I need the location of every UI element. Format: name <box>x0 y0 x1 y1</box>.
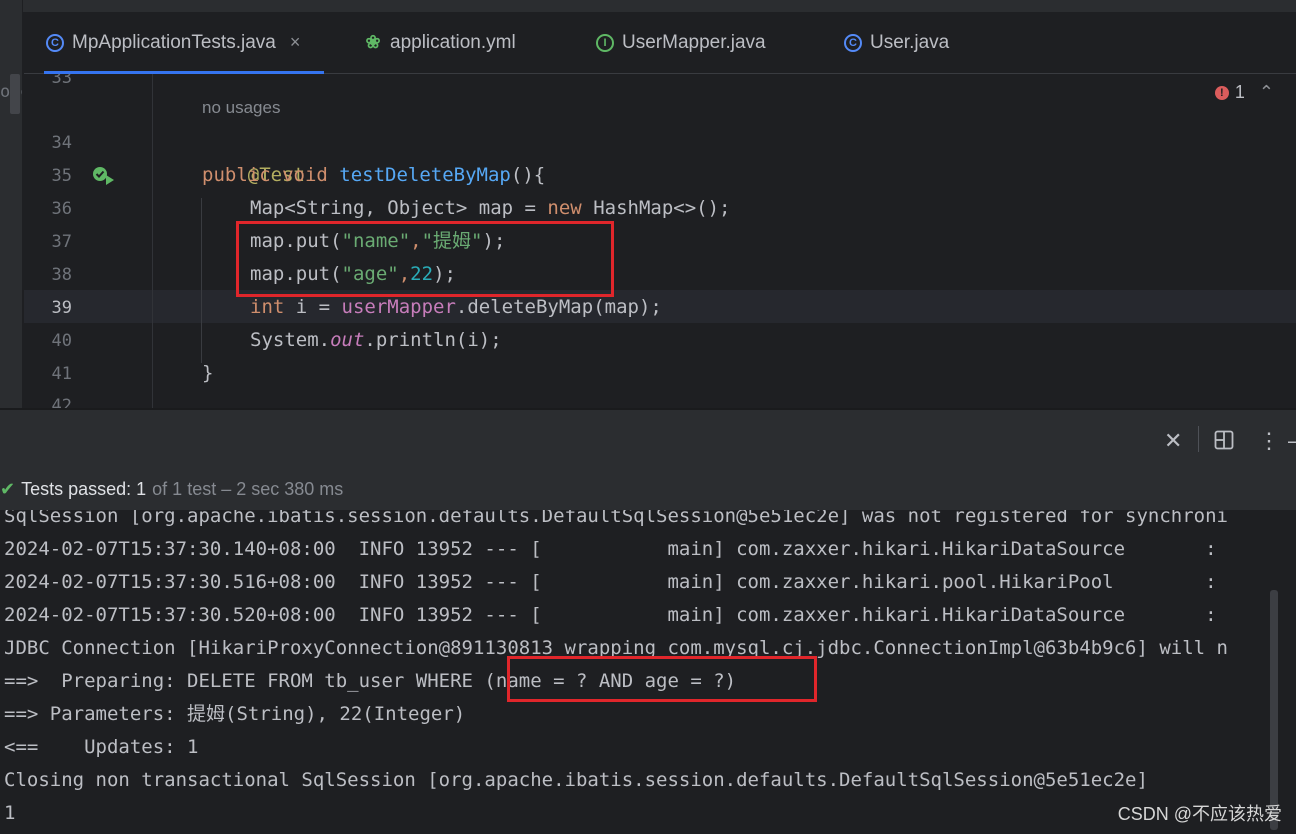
line-number: 36 <box>51 199 72 219</box>
test-status-label: Tests passed: <box>21 478 132 499</box>
line-number: 37 <box>51 232 72 252</box>
tab-application-yml[interactable]: ❀ application.yml <box>364 12 516 73</box>
line-number: 41 <box>51 364 72 384</box>
yaml-icon: ❀ <box>365 32 381 52</box>
usage-hint: no usages <box>202 98 281 117</box>
interface-icon: I <box>596 33 614 52</box>
left-scroll-thumb[interactable] <box>10 74 20 114</box>
error-count: 1 <box>1234 82 1245 102</box>
line-number-gutter: 33 34 35 36 37 38 39 40 41 42 <box>24 74 149 408</box>
tab-label: UserMapper.java <box>622 31 766 53</box>
tab-mpapplicationtests[interactable]: C MpApplicationTests.java × <box>43 12 325 74</box>
highlight-box-map-put <box>236 221 614 297</box>
close-icon[interactable]: × <box>290 32 301 53</box>
class-icon: C <box>46 33 64 52</box>
indent-guide <box>152 74 153 408</box>
console-output[interactable]: SqlSession [org.apache.ibatis.session.de… <box>0 510 1296 834</box>
console-scrollbar[interactable] <box>1270 590 1278 830</box>
console-line: 1 <box>4 802 16 824</box>
line-number: 38 <box>51 265 72 285</box>
line-number: 35 <box>51 166 72 186</box>
line-number: 40 <box>51 331 72 351</box>
line-number-current: 39 <box>51 298 72 318</box>
line-number: 34 <box>51 133 72 153</box>
close-icon[interactable]: ✕ <box>1164 428 1182 454</box>
editor-tab-bar: C MpApplicationTests.java × ❀ applicatio… <box>24 12 1296 74</box>
tab-user[interactable]: C User.java <box>844 12 949 73</box>
code-line-40: System.out.println(i); <box>250 329 502 351</box>
console-line-params: ==> Parameters: 提姆(String), 22(Integer) <box>4 703 466 725</box>
test-passed-count: 1 <box>136 478 147 499</box>
run-test-icon[interactable] <box>92 166 116 186</box>
class-icon: C <box>844 33 862 52</box>
code-editor[interactable]: 33 34 35 36 37 38 39 40 41 42 ! 1 ⌃ no u… <box>24 74 1296 408</box>
minimize-icon[interactable]: – <box>1288 428 1296 454</box>
watermark: CSDN @不应该热爱 <box>1117 804 1282 824</box>
console-line: 2024-02-07T15:37:30.516+08:00 INFO 13952… <box>4 571 1217 593</box>
console-line: SqlSession [org.apache.ibatis.session.de… <box>4 510 1228 527</box>
more-options-icon[interactable]: ⋮ <box>1258 428 1280 454</box>
tab-label: User.java <box>870 31 950 53</box>
run-tool-window-header: ✕ ⋮ – <box>0 410 1296 468</box>
code-line-34: @Test <box>247 164 305 186</box>
console-line: 2024-02-07T15:37:30.520+08:00 INFO 13952… <box>4 604 1217 626</box>
toolbar-separator <box>1198 426 1199 452</box>
tab-usermapper[interactable]: I UserMapper.java <box>596 12 766 73</box>
code-line-35: public void testDeleteByMap(){ <box>202 164 546 186</box>
line-number: 42 <box>51 396 72 408</box>
tab-label: MpApplicationTests.java <box>72 31 276 53</box>
test-status-detail: of 1 test – 2 sec 380 ms <box>152 478 344 499</box>
layout-icon[interactable] <box>1214 430 1234 450</box>
highlight-box-where-clause <box>507 656 817 702</box>
title-strip <box>0 0 1296 12</box>
console-line: Closing non transactional SqlSession [or… <box>4 769 1148 791</box>
console-line: 2024-02-07T15:37:30.140+08:00 INFO 13952… <box>4 538 1217 560</box>
tab-label: application.yml <box>390 31 516 53</box>
error-icon: ! <box>1214 85 1229 100</box>
code-line-41: } <box>202 362 214 384</box>
console-line: <== Updates: 1 <box>4 736 199 758</box>
test-status-bar: ✔ Tests passed: 1 of 1 test – 2 sec 380 … <box>0 468 1296 510</box>
line-number: 33 <box>51 74 72 88</box>
check-icon: ✔ <box>0 478 16 499</box>
left-tool-strip: ode <box>0 0 23 410</box>
chevron-up-icon[interactable]: ⌃ <box>1259 82 1274 103</box>
inspection-widget[interactable]: ! 1 ⌃ <box>1214 82 1274 103</box>
